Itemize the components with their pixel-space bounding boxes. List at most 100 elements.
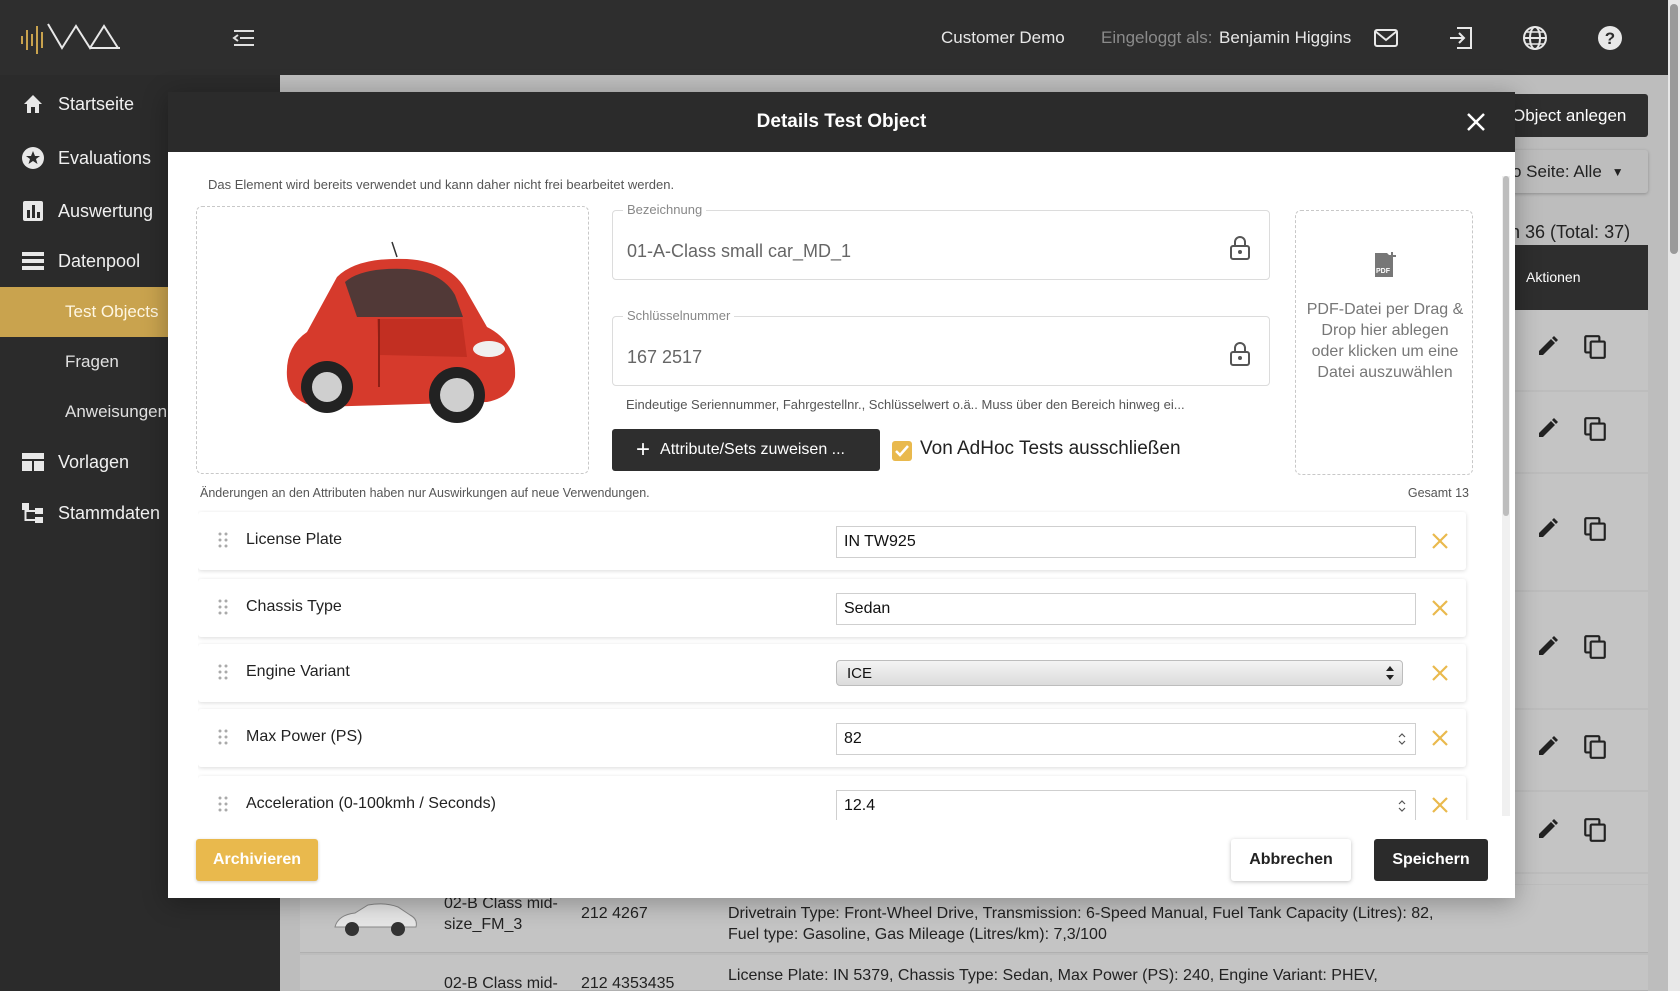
table-row[interactable] (1500, 874, 1648, 884)
pdf-dropzone[interactable]: PDF PDF-Datei per Drag & Drop hier ableg… (1295, 210, 1473, 475)
sidebar-subitem-label: Anweisungen (65, 402, 168, 421)
copy-icon[interactable] (1582, 734, 1608, 760)
copy-icon[interactable] (1582, 334, 1608, 360)
attribute-row-license-plate[interactable]: License Plate IN TW925 (198, 512, 1466, 570)
attribute-row-chassis-type[interactable]: Chassis Type Sedan (198, 579, 1466, 637)
drag-handle-icon[interactable] (218, 532, 228, 548)
exclude-adhoc-checkbox[interactable] (892, 441, 912, 461)
menu-collapse-icon[interactable] (232, 27, 256, 49)
table-row[interactable] (1500, 710, 1648, 790)
attribute-value-input[interactable]: Sedan (836, 593, 1416, 625)
designation-field: Bezeichnung 01-A-Class small car_MD_1 (612, 202, 1270, 280)
attribute-row-engine-variant[interactable]: Engine Variant ICE (198, 644, 1466, 702)
attribute-value-input[interactable]: IN TW925 (836, 526, 1416, 558)
designation-label: Bezeichnung (623, 202, 707, 217)
number-spinner-icon[interactable] (1397, 798, 1407, 814)
changes-note: Änderungen an den Attributen haben nur A… (200, 486, 650, 500)
help-icon[interactable]: ? (1596, 24, 1624, 52)
selected-option: ICE (847, 665, 873, 682)
number-spinner-icon[interactable] (1397, 731, 1407, 747)
lock-icon (1230, 342, 1250, 366)
globe-icon[interactable] (1521, 24, 1549, 52)
close-icon[interactable] (1463, 109, 1489, 135)
app-logo[interactable] (20, 18, 130, 58)
modal-scrollbar[interactable] (1502, 176, 1510, 816)
drag-handle-icon[interactable] (218, 796, 228, 812)
exclude-adhoc-label[interactable]: Von AdHoc Tests ausschließen (920, 438, 1181, 460)
assign-attributes-button[interactable]: + Attribute/Sets zuweisen ... (612, 429, 880, 471)
remove-attribute-icon[interactable] (1430, 728, 1450, 748)
remove-attribute-icon[interactable] (1430, 663, 1450, 683)
remove-attribute-icon[interactable] (1430, 795, 1450, 815)
attribute-name: Max Power (PS) (246, 728, 363, 745)
sidebar-item-label: Evaluations (58, 147, 152, 168)
mail-icon[interactable] (1372, 24, 1400, 52)
table-row[interactable] (1500, 474, 1648, 590)
plus-icon: + (636, 436, 651, 463)
copy-icon[interactable] (1582, 817, 1608, 843)
image-dropzone[interactable] (196, 206, 589, 474)
attribute-row-acceleration[interactable]: Acceleration (0-100kmh / Seconds) 12.4 (198, 776, 1466, 820)
star-icon (20, 145, 46, 171)
edit-icon[interactable] (1536, 817, 1560, 841)
table-row[interactable] (1500, 392, 1648, 472)
per-page-label: o Seite: Alle (1512, 161, 1602, 181)
edit-icon[interactable] (1536, 334, 1560, 358)
logged-in-label: Eingeloggt als: (1101, 28, 1213, 47)
row-name: 02-B Class mid-size_FM_3 (444, 895, 558, 933)
bar-chart-icon (20, 198, 46, 224)
svg-text:?: ? (1605, 29, 1615, 48)
create-object-button[interactable]: Object anlegen (1500, 94, 1648, 137)
top-bar: Customer Demo Eingeloggt als: Benjamin H… (0, 0, 1680, 75)
attribute-row-max-power[interactable]: Max Power (PS) 82 (198, 709, 1466, 767)
edit-icon[interactable] (1536, 734, 1560, 758)
edit-icon[interactable] (1536, 516, 1560, 540)
row-key: 212 4267 (581, 905, 648, 922)
attribute-value-select[interactable]: ICE (836, 660, 1403, 686)
per-page-dropdown[interactable]: o Seite: Alle ▼ (1500, 150, 1648, 193)
attribute-value-number[interactable]: 12.4 (836, 790, 1416, 820)
sidebar-item-label: Vorlagen (58, 451, 130, 472)
key-number-label: Schlüsselnummer (623, 308, 735, 323)
remove-attribute-icon[interactable] (1430, 598, 1450, 618)
modal-header: Details Test Object (168, 92, 1515, 152)
edit-icon[interactable] (1536, 634, 1560, 658)
table-row[interactable] (1500, 310, 1648, 390)
attribute-list: License Plate IN TW925 Chassis Type Seda… (198, 510, 1473, 820)
sidebar-subitem-label: Fragen (65, 352, 119, 371)
remove-attribute-icon[interactable] (1430, 531, 1450, 551)
drag-handle-icon[interactable] (218, 599, 228, 615)
attribute-name: Engine Variant (246, 663, 350, 680)
in-use-note: Das Element wird bereits verwendet und k… (208, 177, 675, 192)
modal-scrollbar-thumb[interactable] (1503, 176, 1509, 516)
page-scrollbar-thumb[interactable] (1670, 4, 1678, 254)
modal-title: Details Test Object (756, 111, 927, 132)
sidebar-subitem-label: Test Objects (65, 302, 159, 321)
customer-name[interactable]: Customer Demo (941, 28, 1065, 48)
table-row[interactable] (1500, 792, 1648, 872)
drag-handle-icon[interactable] (218, 664, 228, 680)
cancel-button[interactable]: Abbrechen (1231, 839, 1351, 881)
pagination-total: on 36 (Total: 37) (1500, 222, 1631, 242)
logout-icon[interactable] (1447, 24, 1475, 52)
copy-icon[interactable] (1582, 634, 1608, 660)
table-row[interactable] (1500, 592, 1648, 708)
pdf-dropzone-text: PDF-Datei per Drag & Drop hier ablegen o… (1306, 301, 1464, 381)
attribute-name: Chassis Type (246, 598, 342, 615)
save-button[interactable]: Speichern (1374, 839, 1488, 881)
sidebar-item-label: Stammdaten (58, 502, 161, 523)
drag-handle-icon[interactable] (218, 729, 228, 745)
user-name[interactable]: Benjamin Higgins (1219, 28, 1351, 48)
archive-button[interactable]: Archivieren (196, 839, 318, 881)
copy-icon[interactable] (1582, 516, 1608, 542)
edit-icon[interactable] (1536, 416, 1560, 440)
copy-icon[interactable] (1582, 416, 1608, 442)
attribute-name: Acceleration (0-100kmh / Seconds) (246, 795, 496, 812)
chevron-down-icon: ▼ (1611, 164, 1624, 179)
attribute-value-number[interactable]: 82 (836, 723, 1416, 755)
car-image (286, 241, 516, 423)
row-attributes: Drivetrain Type: Front-Wheel Drive, Tran… (728, 905, 1434, 943)
number-value: 82 (844, 730, 862, 747)
row-key: 212 4353435 (581, 975, 675, 991)
page-scrollbar[interactable] (1668, 0, 1680, 991)
